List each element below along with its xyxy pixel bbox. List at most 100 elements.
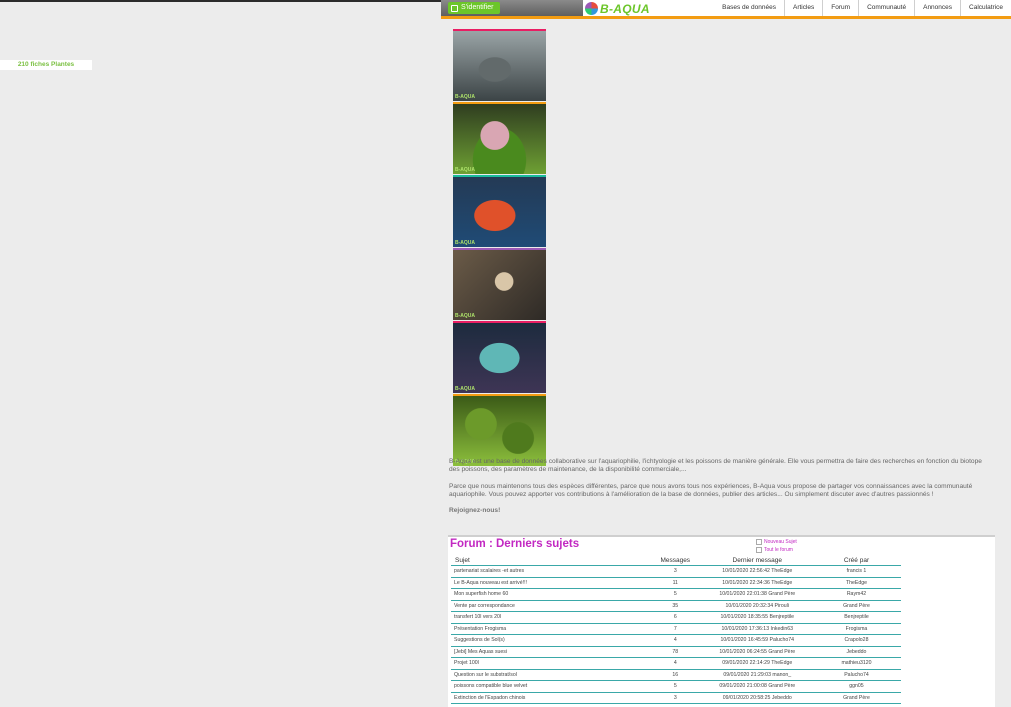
site-header: S'identifier B-AQUA Bases de données Art… [441,0,1011,19]
all-forum-link[interactable]: Tout le forum [756,546,797,554]
new-topic-label: Nouveau Sujet [764,539,797,545]
topic-author[interactable]: ggn05 [811,680,901,693]
plants-count-link[interactable]: 210 fiches Plantes [0,60,92,70]
topic-last-message[interactable]: 10/01/2020 06:24:55 Grand Père [702,646,812,658]
topic-last-message[interactable]: 10/01/2020 22:56:42 TheEdge [702,565,812,578]
topic-messages: 7 [647,623,703,635]
topic-subject[interactable]: Extinction de l'Espadon chinois [451,692,648,704]
anemone-thumbnail[interactable]: B-AQUA [453,321,546,393]
intro-text: B-Aqua est une base de données collabora… [449,458,994,523]
intro-paragraph-2: Parce que nous maintenons tous des espèc… [449,482,973,498]
col-last-message: Dernier message [702,555,812,566]
thumbnail-watermark: B-AQUA [455,313,475,319]
topic-author[interactable]: Grand Père [811,600,901,612]
table-row[interactable]: Extinction de l'Espadon chinois 3 09/01/… [451,692,901,704]
logo-text: B-AQUA [600,1,650,16]
topics-table: Sujet Messages Dernier message Créé par … [451,555,901,704]
topic-last-message[interactable]: 10/01/2020 18:35:55 Benjreptile [702,611,812,624]
login-button[interactable]: S'identifier [448,2,500,14]
nav-calculator[interactable]: Calculatrice [960,0,1011,16]
topic-subject[interactable]: Question sur le substrat/sol [451,669,648,681]
forum-links: Nouveau Sujet Tout le forum [756,538,797,554]
table-row[interactable]: Présentation Frogisma 7 10/01/2020 17:36… [451,623,901,635]
all-forum-label: Tout le forum [764,547,793,553]
table-row[interactable]: poissons compatible blue velvet 5 09/01/… [451,680,901,693]
join-us-text: Rejoignez-nous! [449,507,501,515]
topic-messages: 11 [647,577,703,589]
topic-last-message[interactable]: 09/01/2020 21:00:08 Grand Père [702,680,812,693]
broken-image-icon [756,547,762,553]
table-row[interactable]: transfert 10l vers 20l 6 10/01/2020 18:3… [451,611,901,624]
topic-last-message[interactable]: 10/01/2020 22:34:36 TheEdge [702,577,812,589]
table-row[interactable]: Vente par correspondance 35 10/01/2020 2… [451,600,901,612]
col-created-by: Créé par [811,555,901,566]
topic-last-message[interactable]: 10/01/2020 16:45:59 Palucho74 [702,634,812,647]
topic-messages: 4 [647,634,703,647]
topic-author[interactable]: Raym42 [811,588,901,601]
topic-author[interactable]: mathieu3120 [811,657,901,670]
topic-author[interactable]: Jebeddo [811,646,901,658]
forum-latest-topics: Forum : Derniers sujets Nouveau Sujet To… [448,535,995,707]
topic-messages: 3 [647,565,703,578]
topic-messages: 35 [647,600,703,612]
table-row[interactable]: Le B-Aqua nouveau est arrivé!!! 11 10/01… [451,577,901,589]
nav-forum[interactable]: Forum [822,0,858,16]
topic-author[interactable]: Palucho74 [811,669,901,681]
topic-last-message[interactable]: 10/01/2020 22:01:38 Grand Père [702,588,812,601]
topic-subject[interactable]: Vente par correspondance [451,600,648,612]
topic-author[interactable]: Grand Père [811,692,901,704]
category-thumbnails: B-AQUA B-AQUA B-AQUA B-AQUA B-AQUA B-AQU… [453,29,548,467]
intro-paragraph-1: B-Aqua est une base de données collabora… [449,458,982,474]
snail-thumbnail[interactable]: B-AQUA [453,102,546,174]
topic-messages: 5 [647,680,703,693]
table-row[interactable]: Question sur le substrat/sol 16 09/01/20… [451,669,901,681]
table-row[interactable]: Mon superfish home 60 5 10/01/2020 22:01… [451,588,901,601]
topic-author[interactable]: Benjreptile [811,611,901,624]
crayfish-thumbnail[interactable]: B-AQUA [453,175,546,247]
topic-subject[interactable]: Présentation Frogisma [451,623,648,635]
nav-databases[interactable]: Bases de données [714,0,784,16]
topic-subject[interactable]: partenariat scalaires -et autres [451,565,648,578]
topic-author[interactable]: francis 1 [811,565,901,578]
topic-subject[interactable]: Mon superfish home 60 [451,588,648,601]
topic-messages: 6 [647,611,703,624]
col-messages: Messages [647,555,703,566]
table-row[interactable]: partenariat scalaires -et autres 3 10/01… [451,565,901,578]
table-row[interactable]: [Jebi] Mes Aquas suesi 78 10/01/2020 06:… [451,646,901,658]
topic-subject[interactable]: poissons compatible blue velvet [451,680,648,693]
login-icon [451,4,458,12]
topic-subject[interactable]: Suggestions de Sol(s) [451,634,648,647]
topic-messages: 16 [647,669,703,681]
topic-messages: 78 [647,646,703,658]
nav-ads[interactable]: Annonces [914,0,960,16]
topic-last-message[interactable]: 09/01/2020 20:58:25 Jebeddo [702,692,812,704]
topic-last-message[interactable]: 10/01/2020 20:32:34 Pirouli [702,600,812,612]
thumbnail-watermark: B-AQUA [455,240,475,246]
topic-subject[interactable]: Le B-Aqua nouveau est arrivé!!! [451,577,648,589]
new-topic-link[interactable]: Nouveau Sujet [756,538,797,546]
table-header-row: Sujet Messages Dernier message Créé par [451,555,901,566]
topic-last-message[interactable]: 09/01/2020 22:14:29 TheEdge [702,657,812,670]
starfish-thumbnail[interactable]: B-AQUA [453,248,546,320]
login-label: S'identifier [461,4,494,11]
nav-community[interactable]: Communauté [858,0,914,16]
topic-subject[interactable]: transfert 10l vers 20l [451,611,648,624]
topic-subject[interactable]: Projet 100l [451,657,648,670]
topic-author[interactable]: TheEdge [811,577,901,589]
main-nav: Bases de données Articles Forum Communau… [714,0,1011,16]
topic-last-message[interactable]: 09/01/2020 21:29:03 manon_ [702,669,812,681]
topic-subject[interactable]: [Jebi] Mes Aquas suesi [451,646,648,658]
nav-articles[interactable]: Articles [783,0,822,16]
topic-author[interactable]: Frogisma [811,623,901,635]
logo-icon [585,2,598,15]
site-logo[interactable]: B-AQUA [585,1,650,16]
thumbnail-watermark: B-AQUA [455,386,475,392]
topic-messages: 5 [647,588,703,601]
table-row[interactable]: Projet 100l 4 09/01/2020 22:14:29 TheEdg… [451,657,901,670]
fish-thumbnail[interactable]: B-AQUA [453,29,546,101]
topic-last-message[interactable]: 10/01/2020 17:36:13 Inkedin63 [702,623,812,635]
plant-thumbnail[interactable]: B-AQUA [453,394,546,466]
topic-author[interactable]: Crapolo28 [811,634,901,647]
table-row[interactable]: Suggestions de Sol(s) 4 10/01/2020 16:45… [451,634,901,647]
forum-title: Forum : Derniers sujets [450,538,580,550]
